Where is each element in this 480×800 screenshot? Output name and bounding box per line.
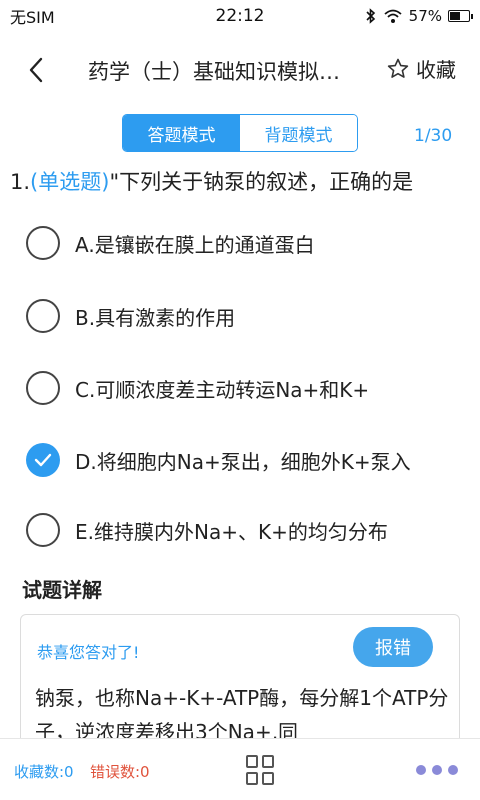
favorite-button[interactable]: 收藏 <box>386 54 456 83</box>
more-dots-icon[interactable] <box>416 765 458 775</box>
option-e[interactable]: E.维持膜内外Na+、K+的均匀分布 <box>26 513 388 547</box>
tab-answer-mode[interactable]: 答题模式 <box>123 115 240 151</box>
option-d[interactable]: D.将细胞内Na+泵出，细胞外K+泵入 <box>26 443 411 477</box>
bottom-bar: 收藏数:0 错误数:0 <box>0 738 480 800</box>
option-label: D.将细胞内Na+泵出，细胞外K+泵入 <box>75 449 411 474</box>
option-label: A.是镶嵌在膜上的通道蛋白 <box>75 232 315 257</box>
favorites-count[interactable]: 收藏数:0 <box>14 761 74 782</box>
wifi-icon <box>384 9 402 23</box>
option-label: E.维持膜内外Na+、K+的均匀分布 <box>75 519 388 544</box>
detail-title: 试题详解 <box>22 578 102 602</box>
question-grid-icon[interactable] <box>246 755 276 785</box>
option-c[interactable]: C.可顺浓度差主动转运Na+和K+ <box>26 371 369 405</box>
result-message: 恭喜您答对了! <box>37 643 140 662</box>
check-circle-icon <box>26 443 60 477</box>
answer-detail-card: 恭喜您答对了! 报错 钠泵，也称Na+-K+-ATP酶，每分解1个ATP分子，逆… <box>20 614 460 748</box>
question-body: "下列关于钠泵的叙述，正确的是 <box>109 170 414 194</box>
status-icons: 57% <box>365 7 473 25</box>
option-a[interactable]: A.是镶嵌在膜上的通道蛋白 <box>26 226 315 260</box>
errors-count[interactable]: 错误数:0 <box>90 761 150 782</box>
radio-icon <box>26 371 60 405</box>
battery-percent: 57% <box>408 7 442 25</box>
option-b[interactable]: B.具有激素的作用 <box>26 299 235 333</box>
tab-recite-mode[interactable]: 背题模式 <box>240 115 357 151</box>
radio-icon <box>26 299 60 333</box>
page-title: 药学（士）基础知识模拟… <box>88 60 340 84</box>
option-label: C.可顺浓度差主动转运Na+和K+ <box>75 377 370 402</box>
star-icon <box>387 58 409 78</box>
question-number: 1. <box>10 170 31 194</box>
option-label: B.具有激素的作用 <box>75 305 236 330</box>
battery-icon <box>448 10 473 22</box>
carrier-label: 无SIM <box>10 8 55 27</box>
question-type: (单选题) <box>30 170 110 194</box>
nav-bar: 药学（士）基础知识模拟… 收藏 <box>0 32 480 108</box>
question-text: 1.(单选题)"下列关于钠泵的叙述，正确的是 <box>10 166 480 196</box>
back-arrow-icon <box>29 57 43 83</box>
radio-icon <box>26 226 60 260</box>
radio-icon <box>26 513 60 547</box>
mode-switch: 答题模式 背题模式 <box>122 114 358 152</box>
status-bar: 无SIM 22:12 57% <box>0 0 480 32</box>
question-progress: 1/30 <box>414 126 453 146</box>
report-error-button[interactable]: 报错 <box>353 627 433 667</box>
bluetooth-icon <box>366 8 375 24</box>
back-button[interactable] <box>22 54 50 86</box>
favorite-label: 收藏 <box>416 58 456 82</box>
